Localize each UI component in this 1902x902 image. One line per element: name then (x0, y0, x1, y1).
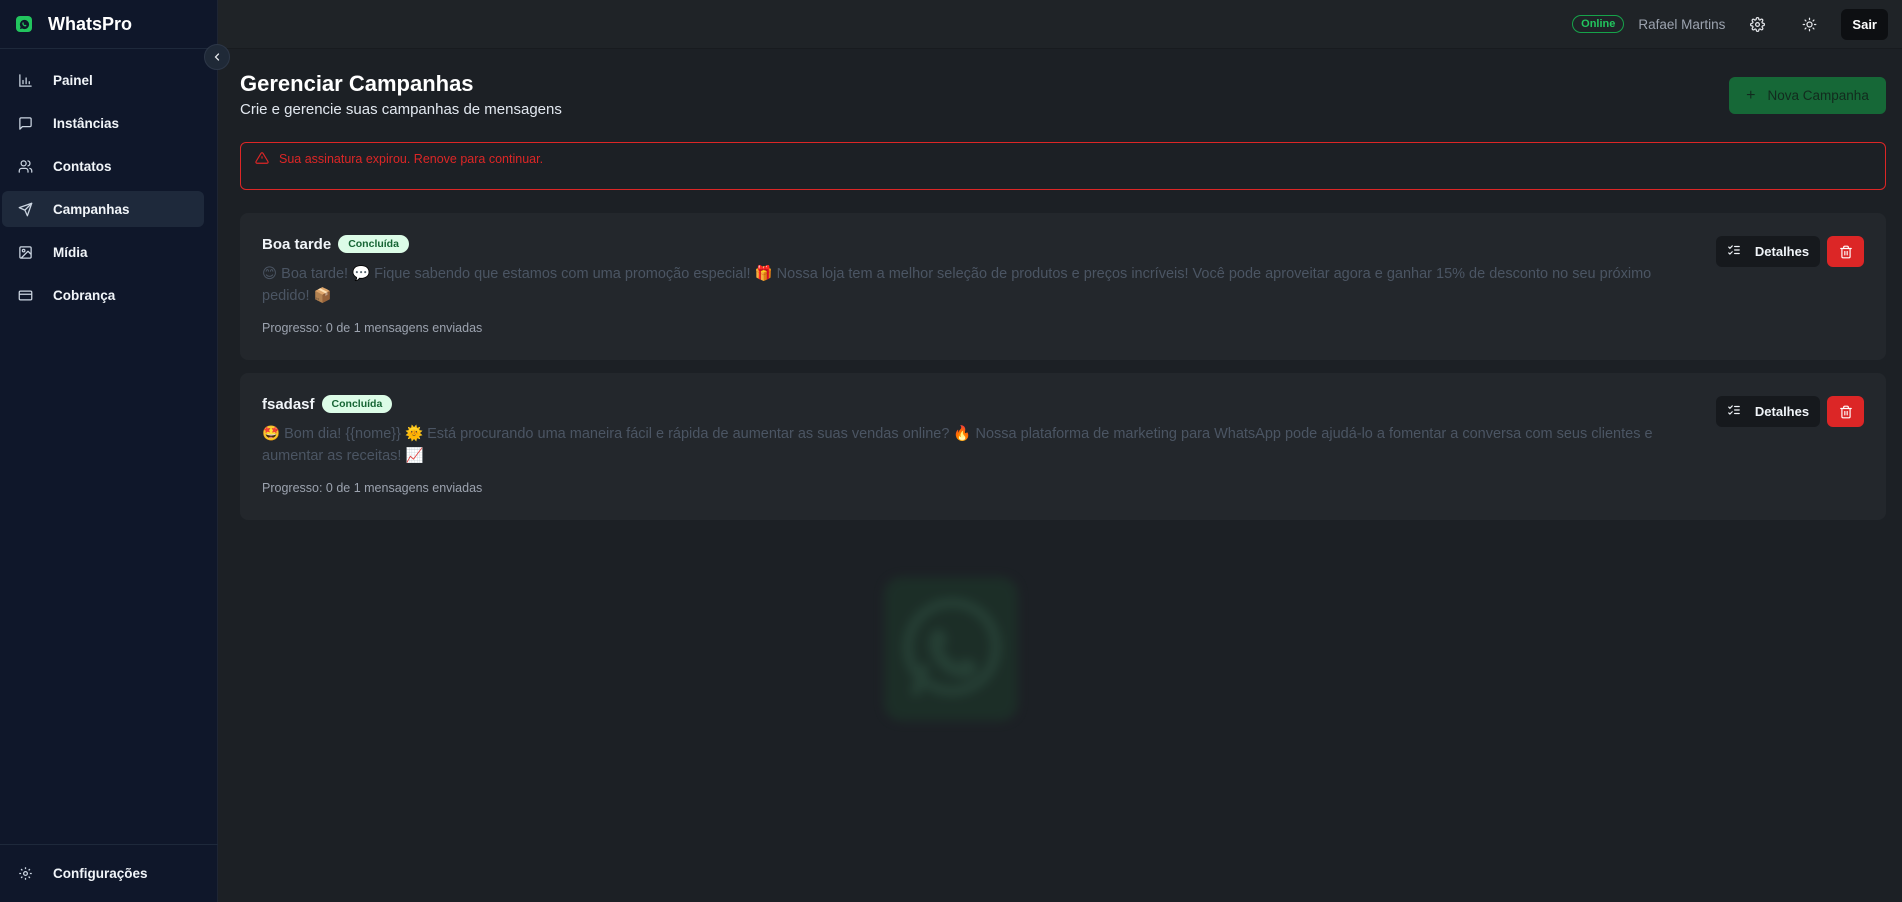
campaign-message: 🤩 Bom dia! {{nome}} 🌞 Está procurando um… (262, 426, 1653, 464)
sidebar-item-label: Contatos (53, 158, 112, 174)
status-badge: Concluída (321, 395, 393, 413)
details-button[interactable]: Detalhes (1716, 236, 1820, 267)
page-subtitle: Crie e gerencie suas campanhas de mensag… (240, 101, 562, 118)
alert-message: Sua assinatura expirou. Renove para cont… (279, 152, 544, 166)
app-name: WhatsPro (48, 13, 133, 34)
trash-icon (1839, 405, 1852, 418)
sidebar-item-painel[interactable]: Painel (2, 62, 204, 98)
list-checks-icon (1727, 243, 1741, 260)
details-label: Detalhes (1754, 244, 1810, 259)
bar-chart-icon (17, 72, 33, 88)
logout-button[interactable]: Sair (1841, 8, 1888, 40)
page-title: Gerenciar Campanhas (240, 71, 474, 96)
trash-icon (1839, 245, 1852, 258)
list-checks-icon (1727, 403, 1741, 420)
whatsapp-logo-icon (16, 16, 32, 32)
collapse-sidebar-button[interactable] (204, 44, 230, 70)
campaign-name: Boa tarde (262, 235, 332, 253)
send-icon (17, 201, 33, 217)
users-icon (17, 158, 33, 174)
whatsapp-watermark-icon (880, 573, 1022, 725)
subscription-alert: Sua assinatura expirou. Renove para cont… (240, 142, 1886, 190)
sidebar-item-label: Painel (53, 72, 93, 88)
campaign-card: Boa tarde Concluída 😊 Boa tarde! 💬 Fique… (240, 213, 1886, 360)
campaign-name: fsadasf (262, 395, 315, 413)
new-campaign-button[interactable]: + Nova Campanha (1729, 77, 1886, 114)
campaign-progress: Progresso: 0 de 1 mensagens enviadas (262, 321, 483, 335)
settings-icon (17, 866, 33, 882)
sidebar-item-label: Configurações (53, 866, 148, 881)
campaign-message: 😊 Boa tarde! 💬 Fique sabendo que estamos… (262, 266, 1652, 304)
sidebar-item-cobranca[interactable]: Cobrança (2, 277, 204, 313)
sidebar-footer: Configurações (0, 844, 218, 902)
message-square-icon (17, 115, 33, 131)
brand[interactable]: WhatsPro (0, 0, 217, 49)
credit-card-icon (17, 287, 33, 303)
sidebar-item-campanhas[interactable]: Campanhas (2, 191, 204, 227)
campaign-card: fsadasf Concluída 🤩 Bom dia! {{nome}} 🌞 … (240, 373, 1886, 520)
sidebar-item-instancias[interactable]: Instâncias (2, 105, 204, 141)
new-campaign-label: Nova Campanha (1767, 88, 1869, 103)
user-name: Rafael Martins (1638, 16, 1726, 32)
status-badge: Concluída (338, 235, 409, 253)
sidebar-item-contatos[interactable]: Contatos (2, 148, 204, 184)
delete-button[interactable] (1827, 236, 1864, 267)
sidebar-item-midia[interactable]: Mídia (2, 234, 204, 270)
plus-icon: + (1746, 86, 1756, 104)
status-badge: Online (1572, 15, 1625, 33)
campaign-progress: Progresso: 0 de 1 mensagens enviadas (262, 481, 483, 495)
sidebar-item-label: Campanhas (53, 201, 130, 217)
top-header: Online Rafael Martins Sair (218, 0, 1902, 49)
sidebar-item-label: Cobrança (53, 287, 116, 303)
sidebar-item-label: Mídia (53, 244, 88, 260)
details-label: Detalhes (1754, 404, 1810, 419)
sidebar-item-configuracoes[interactable]: Configurações (2, 856, 204, 892)
chevron-left-icon (214, 53, 220, 61)
sidebar-item-label: Instâncias (53, 115, 120, 131)
details-button[interactable]: Detalhes (1716, 396, 1820, 427)
image-icon (17, 244, 33, 260)
delete-button[interactable] (1827, 396, 1864, 427)
alert-triangle-icon (255, 151, 269, 170)
sidebar-nav: Painel Instâncias Contatos Campanhas Míd… (0, 62, 218, 320)
settings-icon[interactable] (1747, 14, 1767, 34)
sidebar: WhatsPro Painel Instâncias Contatos Camp… (0, 0, 218, 902)
theme-toggle-sun-icon[interactable] (1799, 14, 1819, 34)
